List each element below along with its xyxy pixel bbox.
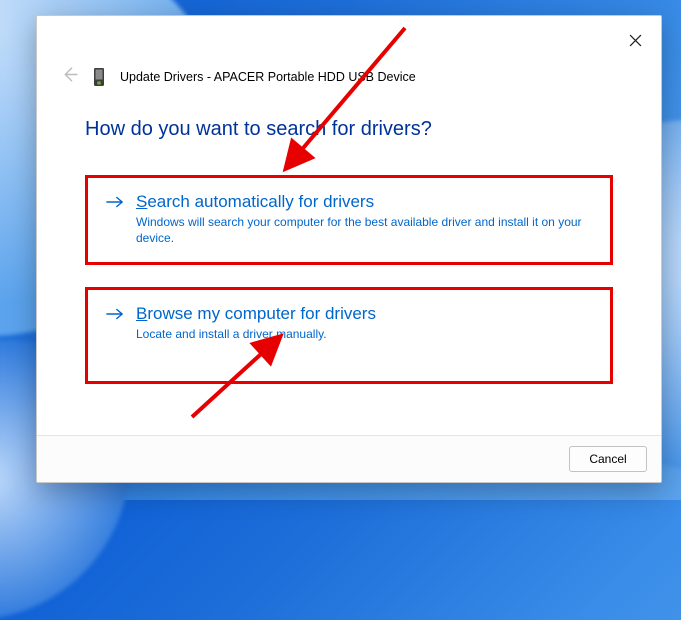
- option-title: Browse my computer for drivers: [136, 304, 594, 324]
- close-button[interactable]: [623, 28, 647, 52]
- dialog-title: Update Drivers - APACER Portable HDD USB…: [120, 70, 416, 84]
- option-search-automatically[interactable]: Search automatically for drivers Windows…: [85, 175, 613, 265]
- option-browse-computer[interactable]: Browse my computer for drivers Locate an…: [85, 287, 613, 383]
- option-title: Search automatically for drivers: [136, 192, 594, 212]
- dialog-footer: Cancel: [37, 435, 661, 482]
- cancel-button[interactable]: Cancel: [569, 446, 647, 472]
- dialog-header: Update Drivers - APACER Portable HDD USB…: [37, 16, 446, 88]
- update-drivers-dialog: Update Drivers - APACER Portable HDD USB…: [36, 15, 662, 483]
- question-heading: How do you want to search for drivers?: [85, 118, 613, 141]
- back-icon: [61, 66, 78, 88]
- arrow-right-icon: [106, 195, 124, 214]
- option-description: Locate and install a driver manually.: [136, 326, 594, 342]
- close-icon: [629, 34, 642, 47]
- device-icon: [92, 67, 106, 87]
- option-description: Windows will search your computer for th…: [136, 214, 594, 246]
- arrow-right-icon: [106, 307, 124, 326]
